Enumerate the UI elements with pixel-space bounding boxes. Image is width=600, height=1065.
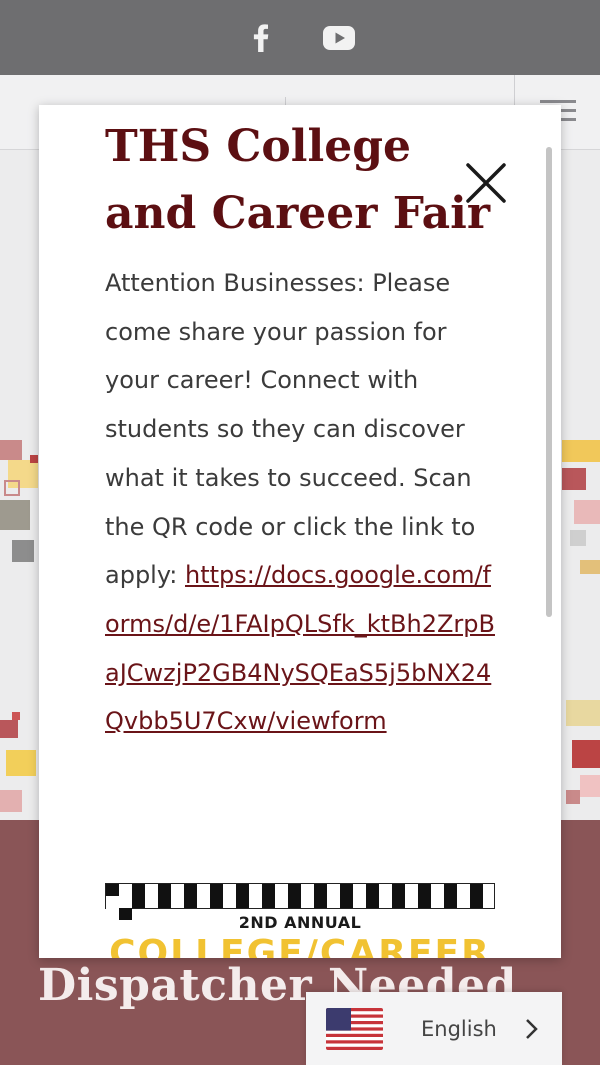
decorative-square (0, 500, 30, 530)
close-button[interactable] (464, 161, 508, 205)
checkered-border (105, 883, 495, 920)
decorative-square (12, 540, 34, 562)
flyer-subtitle: 2ND ANNUAL (238, 913, 362, 932)
youtube-link[interactable] (322, 21, 356, 55)
decorative-square (4, 480, 20, 496)
us-flag-icon (326, 1007, 383, 1050)
facebook-link[interactable] (244, 21, 278, 55)
decorative-square (570, 530, 586, 546)
decorative-square (566, 790, 580, 804)
language-selector[interactable]: English (306, 992, 562, 1065)
modal-title: THS College and Career Fair (105, 121, 491, 239)
youtube-icon (323, 25, 355, 50)
chevron-right-icon (526, 1018, 538, 1039)
decorative-square (0, 720, 18, 738)
decorative-square (0, 440, 22, 460)
flyer-image: 2ND ANNUAL COLLEGE/CAREER (105, 883, 495, 958)
language-label: English (421, 1016, 497, 1041)
flyer-headline: COLLEGE/CAREER (109, 933, 491, 959)
decorative-square (580, 775, 600, 797)
close-icon (466, 163, 506, 203)
modal-body-text: Attention Businesses: Please come share … (105, 269, 476, 590)
social-bar (0, 0, 600, 75)
announcement-modal: THS College and Career Fair Attention Bu… (39, 105, 561, 958)
decorative-square (562, 440, 600, 462)
decorative-square (574, 500, 600, 524)
decorative-square (580, 560, 600, 574)
modal-body: Attention Businesses: Please come share … (105, 259, 497, 746)
facebook-icon (253, 23, 269, 52)
modal-scrollbar-thumb[interactable] (546, 147, 552, 617)
decorative-square (12, 712, 20, 720)
decorative-square (30, 455, 38, 463)
decorative-square (562, 468, 586, 490)
decorative-square (6, 750, 36, 776)
decorative-square (572, 740, 600, 768)
decorative-square (566, 700, 600, 726)
decorative-square (0, 790, 22, 812)
